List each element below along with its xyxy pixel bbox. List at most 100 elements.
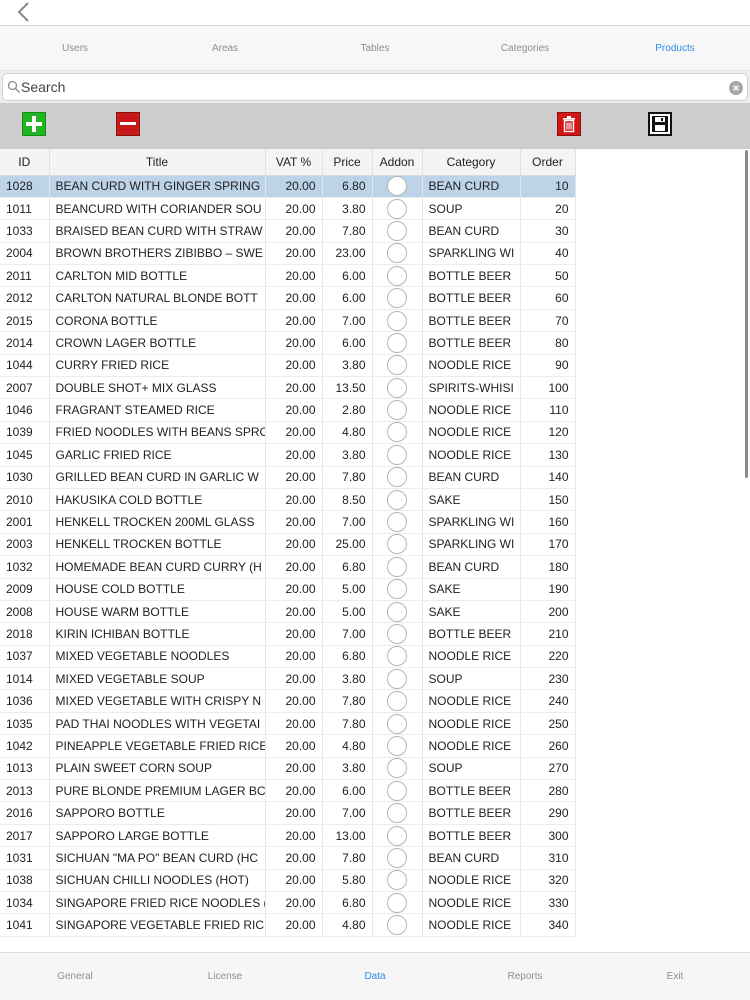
remove-product-button[interactable] bbox=[116, 112, 140, 136]
addon-checkbox[interactable] bbox=[387, 467, 407, 488]
table-row[interactable]: 1044 CURRY FRIED RICE 20.00 3.80 NOODLE RICE… bbox=[0, 354, 576, 378]
addon-checkbox[interactable] bbox=[387, 646, 407, 667]
table-row[interactable]: 2013 PURE BLONDE PREMIUM LAGER BC 20.00 6.0… bbox=[0, 779, 576, 803]
addon-checkbox[interactable] bbox=[387, 332, 407, 353]
column-header-price[interactable]: Price bbox=[322, 149, 373, 176]
table-row[interactable]: 1014 MIXED VEGETABLE SOUP 20.00 3.80 SOUP 230 bbox=[0, 667, 576, 691]
addon-checkbox[interactable] bbox=[387, 915, 407, 936]
column-header-title[interactable]: Title bbox=[49, 149, 266, 176]
table-row[interactable]: 2003 HENKELL TROCKEN BOTTLE 20.00 25.00 SPAR… bbox=[0, 533, 576, 557]
table-row[interactable]: 1036 MIXED VEGETABLE WITH CRISPY N 20.00 7.… bbox=[0, 689, 576, 713]
addon-checkbox[interactable] bbox=[387, 803, 407, 824]
tab-categories[interactable]: Categories bbox=[450, 26, 600, 70]
table-row[interactable]: 1035 PAD THAI NOODLES WITH VEGETAI 20.00 7.… bbox=[0, 712, 576, 736]
table-row[interactable]: 2008 HOUSE WARM BOTTLE 20.00 5.00 SAKE 200 bbox=[0, 600, 576, 624]
table-row[interactable]: 1013 PLAIN SWEET CORN SOUP 20.00 3.80 SOUP 27… bbox=[0, 757, 576, 781]
table-row[interactable]: 1031 SICHUAN "MA PO" BEAN CURD (HC 20.00 7.… bbox=[0, 846, 576, 870]
clear-icon[interactable] bbox=[729, 81, 743, 95]
cell-order: 330 bbox=[520, 891, 576, 915]
addon-checkbox[interactable] bbox=[387, 601, 407, 622]
addon-checkbox[interactable] bbox=[387, 892, 407, 913]
addon-checkbox[interactable] bbox=[387, 176, 407, 197]
table-row[interactable]: 2014 CROWN LAGER BOTTLE 20.00 6.00 BOTTLE BE… bbox=[0, 331, 576, 355]
table-row[interactable]: 2001 HENKELL TROCKEN 200ML GLASS 20.00 7.00… bbox=[0, 510, 576, 534]
nav-exit[interactable]: Exit bbox=[600, 953, 750, 1000]
tab-areas[interactable]: Areas bbox=[150, 26, 300, 70]
addon-checkbox[interactable] bbox=[387, 489, 407, 510]
addon-checkbox[interactable] bbox=[387, 870, 407, 891]
table-body: 1028 BEAN CURD WITH GINGER SPRING 20.00 6.8… bbox=[0, 175, 576, 937]
table-row[interactable]: 2015 CORONA BOTTLE 20.00 7.00 BOTTLE BEER 70 bbox=[0, 309, 576, 333]
tab-products[interactable]: Products bbox=[600, 26, 750, 70]
addon-checkbox[interactable] bbox=[387, 310, 407, 331]
table-row[interactable]: 2007 DOUBLE SHOT+ MIX GLASS 20.00 13.50 SPIR… bbox=[0, 376, 576, 400]
addon-checkbox[interactable] bbox=[387, 400, 407, 421]
addon-checkbox[interactable] bbox=[387, 377, 407, 398]
addon-checkbox[interactable] bbox=[387, 288, 407, 309]
addon-checkbox[interactable] bbox=[387, 355, 407, 376]
addon-checkbox[interactable] bbox=[387, 847, 407, 868]
tab-tables[interactable]: Tables bbox=[300, 26, 450, 70]
nav-reports[interactable]: Reports bbox=[450, 953, 600, 1000]
addon-checkbox[interactable] bbox=[387, 534, 407, 555]
table-row[interactable]: 1034 SINGAPORE FRIED RICE NOODLES (20.00 6… bbox=[0, 891, 576, 915]
addon-checkbox[interactable] bbox=[387, 579, 407, 600]
addon-checkbox[interactable] bbox=[387, 691, 407, 712]
cell-id: 2009 bbox=[0, 578, 50, 601]
addon-checkbox[interactable] bbox=[387, 758, 407, 779]
delete-button[interactable] bbox=[557, 112, 581, 136]
addon-checkbox[interactable] bbox=[387, 713, 407, 734]
minus-icon bbox=[120, 122, 136, 125]
table-row[interactable]: 2016 SAPPORO BOTTLE 20.00 7.00 BOTTLE BEER 29… bbox=[0, 801, 576, 825]
nav-data[interactable]: Data bbox=[300, 953, 450, 1000]
addon-checkbox[interactable] bbox=[387, 444, 407, 465]
table-row[interactable]: 1030 GRILLED BEAN CURD IN GARLIC W 20.00 7.… bbox=[0, 466, 576, 489]
table-row[interactable]: 1046 FRAGRANT STEAMED RICE 20.00 2.80 NOODLE… bbox=[0, 398, 576, 422]
table-row[interactable]: 2018 KIRIN ICHIBAN BOTTLE 20.00 7.00 BOTTLE … bbox=[0, 622, 576, 646]
table-row[interactable]: 2012 CARLTON NATURAL BLONDE BOTT 20.00 6.00… bbox=[0, 286, 576, 310]
add-product-button[interactable] bbox=[22, 112, 46, 136]
addon-checkbox[interactable] bbox=[387, 780, 407, 801]
table-row[interactable]: 1032 HOMEMADE BEAN CURD CURRY (H 20.00 6.80… bbox=[0, 555, 576, 579]
column-header-order[interactable]: Order bbox=[520, 149, 576, 176]
table-row[interactable]: 2010 HAKUSIKA COLD BOTTLE 20.00 8.50 SAKE 150 bbox=[0, 488, 576, 512]
column-header-vat[interactable]: VAT % bbox=[265, 149, 323, 176]
table-row[interactable]: 1039 FRIED NOODLES WITH BEANS SPRO 20.00 4.… bbox=[0, 421, 576, 445]
addon-checkbox[interactable] bbox=[387, 735, 407, 756]
save-button[interactable] bbox=[648, 112, 672, 136]
tab-users[interactable]: Users bbox=[0, 26, 150, 70]
table-row[interactable]: 1041 SINGAPORE VEGETABLE FRIED RICI 20.00 4… bbox=[0, 913, 576, 937]
table-row[interactable]: 1033 BRAISED BEAN CURD WITH STRAW 20.00 7.8… bbox=[0, 219, 576, 243]
vertical-scrollbar[interactable] bbox=[745, 150, 748, 478]
column-header-id[interactable]: ID bbox=[0, 149, 50, 176]
addon-checkbox[interactable] bbox=[387, 825, 407, 846]
cell-price: 7.80 bbox=[322, 846, 373, 870]
addon-checkbox[interactable] bbox=[387, 243, 407, 264]
addon-checkbox[interactable] bbox=[387, 198, 407, 219]
addon-checkbox[interactable] bbox=[387, 422, 407, 443]
addon-checkbox[interactable] bbox=[387, 265, 407, 286]
addon-checkbox[interactable] bbox=[387, 512, 407, 533]
table-row[interactable]: 1038 SICHUAN CHILLI NOODLES (HOT) 20.00 5.8… bbox=[0, 869, 576, 893]
column-header-category[interactable]: Category bbox=[422, 149, 521, 176]
table-row[interactable]: 2011 CARLTON MID BOTTLE 20.00 6.00 BOTTLE BE… bbox=[0, 264, 576, 288]
search-input[interactable] bbox=[21, 77, 721, 97]
nav-general[interactable]: General bbox=[0, 953, 150, 1000]
back-button[interactable] bbox=[10, 0, 38, 26]
addon-checkbox[interactable] bbox=[387, 556, 407, 577]
nav-license[interactable]: License bbox=[150, 953, 300, 1000]
addon-checkbox[interactable] bbox=[387, 668, 407, 689]
addon-checkbox[interactable] bbox=[387, 220, 407, 241]
table-row[interactable]: 2009 HOUSE COLD BOTTLE 20.00 5.00 SAKE 190 bbox=[0, 578, 576, 601]
table-row[interactable]: 1028 BEAN CURD WITH GINGER SPRING 20.00 6.8… bbox=[0, 175, 576, 198]
column-header-addon[interactable]: Addon bbox=[372, 149, 423, 176]
cell-vat: 20.00 bbox=[265, 734, 323, 758]
table-row[interactable]: 1042 PINEAPPLE VEGETABLE FRIED RICE 20.00 4… bbox=[0, 734, 576, 758]
addon-checkbox[interactable] bbox=[387, 624, 407, 644]
table-row[interactable]: 2017 SAPPORO LARGE BOTTLE 20.00 13.00 BOTTLE… bbox=[0, 824, 576, 848]
table-row[interactable]: 1037 MIXED VEGETABLE NOODLES 20.00 6.80 NOOD… bbox=[0, 645, 576, 669]
table-row[interactable]: 1045 GARLIC FRIED RICE 20.00 3.80 NOODLE RIC… bbox=[0, 443, 576, 467]
cell-id: 2017 bbox=[0, 824, 50, 848]
table-row[interactable]: 2004 BROWN BROTHERS ZIBIBBO – SWE 20.00 23.… bbox=[0, 242, 576, 266]
table-row[interactable]: 1011 BEANCURD WITH CORIANDER SOU 20.00 3.80… bbox=[0, 197, 576, 221]
